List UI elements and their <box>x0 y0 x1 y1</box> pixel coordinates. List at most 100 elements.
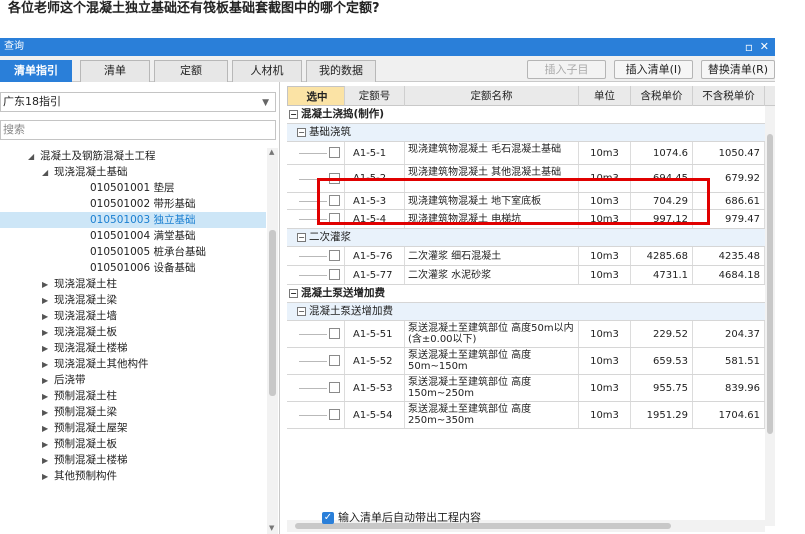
tree-node[interactable]: ◢ 现浇混凝土基础 <box>0 164 266 180</box>
tree-node[interactable]: 010501001 垫层 <box>0 180 266 196</box>
table-subgroup-row[interactable]: − 基础浇筑 <box>287 124 765 142</box>
tree-node[interactable]: ▶ 预制混凝土梁 <box>0 404 266 420</box>
triangle-right-icon[interactable]: ▶ <box>42 277 54 293</box>
table-subgroup-row[interactable]: − 二次灌浆 <box>287 229 765 247</box>
table-group-row[interactable]: − 混凝土浇捣(制作) <box>287 106 765 124</box>
tree-node[interactable]: 010501005 桩承台基础 <box>0 244 266 260</box>
tree-node[interactable]: ▶ 现浇混凝土墙 <box>0 308 266 324</box>
tab-quota[interactable]: 定额 <box>154 60 228 82</box>
row-checkbox[interactable] <box>329 213 340 224</box>
row-checkbox[interactable] <box>329 250 340 261</box>
triangle-right-icon[interactable]: ▶ <box>42 325 54 341</box>
tree-node[interactable]: ▶ 现浇混凝土楼梯 <box>0 340 266 356</box>
row-checkbox[interactable] <box>329 147 340 158</box>
tree-node-label: 现浇混凝土楼梯 <box>54 342 128 354</box>
tree-node[interactable]: 010501003 独立基础 <box>0 212 266 228</box>
replace-list-button[interactable]: 替换清单(R) <box>701 60 775 79</box>
col-price-tax[interactable]: 含税单价 <box>631 86 693 106</box>
table-group-row[interactable]: − 混凝土泵送增加费 <box>287 285 765 303</box>
row-checkbox[interactable] <box>329 382 340 393</box>
tree-scroll-thumb[interactable] <box>269 230 276 396</box>
collapse-icon[interactable]: − <box>297 232 306 242</box>
triangle-right-icon[interactable]: ▶ <box>42 405 54 421</box>
guide-select[interactable]: 广东18指引 ▼ <box>0 92 276 112</box>
quota-name: 二次灌浆 细石混凝土 <box>405 247 579 265</box>
tree-node[interactable]: ▶ 现浇混凝土柱 <box>0 276 266 292</box>
scroll-up-icon[interactable]: ▲ <box>269 148 274 156</box>
triangle-right-icon[interactable]: ▶ <box>42 341 54 357</box>
row-checkbox[interactable] <box>329 269 340 280</box>
search-input[interactable]: 搜索 <box>0 120 276 140</box>
table-row[interactable]: A1-5-77 二次灌浆 水泥砂浆 10m3 4731.1 4684.18 <box>287 266 765 285</box>
table-subgroup-row[interactable]: − 混凝土泵送增加费 <box>287 303 765 321</box>
collapse-icon[interactable]: − <box>289 288 298 298</box>
triangle-down-icon[interactable]: ◢ <box>42 165 54 181</box>
insert-sub-button[interactable]: 插入子目 <box>527 60 606 79</box>
auto-bring-option[interactable]: ✓ 输入清单后自动带出工程内容 <box>322 510 481 526</box>
collapse-icon[interactable]: − <box>297 306 306 316</box>
triangle-right-icon[interactable]: ▶ <box>42 389 54 405</box>
tree-node[interactable]: ◢ 混凝土及钢筋混凝土工程 <box>0 148 266 164</box>
table-row[interactable]: A1-5-53 泵送混凝土至建筑部位 高度150m~250m 10m3 955.75 8… <box>287 375 765 402</box>
table-row[interactable]: A1-5-2 现浇建筑物混凝土 其他混凝土基础 10m3 694.45 679.92 <box>287 165 765 193</box>
triangle-right-icon[interactable]: ▶ <box>42 437 54 453</box>
collapse-icon[interactable]: − <box>297 127 306 137</box>
triangle-right-icon[interactable]: ▶ <box>42 453 54 469</box>
tree-node[interactable]: ▶ 后浇带 <box>0 372 266 388</box>
triangle-right-icon[interactable]: ▶ <box>42 421 54 437</box>
tree-node[interactable]: ▶ 预制混凝土屋架 <box>0 420 266 436</box>
left-panel: 广东18指引 ▼ 搜索 ◢ 混凝土及钢筋混凝土工程 ◢ 现浇混凝土基础 01050100… <box>0 82 280 534</box>
triangle-down-icon[interactable]: ◢ <box>28 149 40 165</box>
triangle-right-icon[interactable]: ▶ <box>42 469 54 485</box>
tree-node[interactable]: ▶ 预制混凝土楼梯 <box>0 452 266 468</box>
tree-node[interactable]: 010501004 满堂基础 <box>0 228 266 244</box>
col-unit[interactable]: 单位 <box>579 86 631 106</box>
tab-list[interactable]: 清单 <box>80 60 150 82</box>
row-checkbox[interactable] <box>329 173 340 184</box>
tree-node[interactable]: ▶ 预制混凝土柱 <box>0 388 266 404</box>
tree-node[interactable]: ▶ 现浇混凝土板 <box>0 324 266 340</box>
tree-node[interactable]: ▶ 其他预制构件 <box>0 468 266 484</box>
table-vscroll-thumb[interactable] <box>767 134 773 434</box>
tree-connector <box>299 201 327 202</box>
col-name[interactable]: 定额名称 <box>405 86 579 106</box>
tree-node[interactable]: 010501006 设备基础 <box>0 260 266 276</box>
table-row[interactable]: A1-5-54 泵送混凝土至建筑部位 高度250m~350m 10m3 1951.29… <box>287 402 765 429</box>
triangle-right-icon[interactable]: ▶ <box>42 373 54 389</box>
check-icon[interactable]: ✓ <box>322 512 334 524</box>
collapse-icon[interactable]: − <box>289 109 298 119</box>
table-row[interactable]: A1-5-4 现浇建筑物混凝土 电梯坑 10m3 997.12 979.47 <box>287 210 765 229</box>
tree-node[interactable]: ▶ 现浇混凝土其他构件 <box>0 356 266 372</box>
quota-price: 1704.61 <box>693 402 765 428</box>
col-code[interactable]: 定额号 <box>345 86 405 106</box>
tab-materials[interactable]: 人材机 <box>232 60 302 82</box>
triangle-right-icon[interactable]: ▶ <box>42 293 54 309</box>
table-row[interactable]: A1-5-76 二次灌浆 细石混凝土 10m3 4285.68 4235.48 <box>287 247 765 266</box>
col-price[interactable]: 不含税单价 <box>693 86 765 106</box>
table-row[interactable]: A1-5-1 现浇建筑物混凝土 毛石混凝土基础 10m3 1074.6 1050.47 <box>287 142 765 165</box>
row-checkbox[interactable] <box>329 328 340 339</box>
table-vscrollbar[interactable] <box>765 106 775 526</box>
tree-node-label: 预制混凝土楼梯 <box>54 454 128 466</box>
col-select[interactable]: 选中 <box>287 86 345 106</box>
tree-scrollbar[interactable]: ▲ ▼ <box>267 148 278 534</box>
row-checkbox[interactable] <box>329 409 340 420</box>
close-icon[interactable]: ✕ <box>760 38 769 56</box>
tab-my-data[interactable]: 我的数据 <box>306 60 376 82</box>
tree-node[interactable]: ▶ 现浇混凝土梁 <box>0 292 266 308</box>
tree-connector <box>299 275 327 276</box>
scroll-down-icon[interactable]: ▼ <box>269 524 274 532</box>
row-checkbox[interactable] <box>329 355 340 366</box>
row-checkbox[interactable] <box>329 195 340 206</box>
tab-list-guide[interactable]: 清单指引 <box>0 60 72 82</box>
chevron-down-icon[interactable]: ▼ <box>262 94 269 112</box>
insert-list-button[interactable]: 插入清单(I) <box>614 60 693 79</box>
table-row[interactable]: A1-5-52 泵送混凝土至建筑部位 高度50m~150m 10m3 659.53 58… <box>287 348 765 375</box>
table-row[interactable]: A1-5-3 现浇建筑物混凝土 地下室底板 10m3 704.29 686.61 <box>287 193 765 210</box>
maximize-icon[interactable]: ▫ <box>745 38 753 56</box>
triangle-right-icon[interactable]: ▶ <box>42 357 54 373</box>
table-row[interactable]: A1-5-51 泵送混凝土至建筑部位 高度50m以内(含±0.00以下) 10m3 2… <box>287 321 765 348</box>
tree-node[interactable]: 010501002 带形基础 <box>0 196 266 212</box>
triangle-right-icon[interactable]: ▶ <box>42 309 54 325</box>
tree-node[interactable]: ▶ 预制混凝土板 <box>0 436 266 452</box>
